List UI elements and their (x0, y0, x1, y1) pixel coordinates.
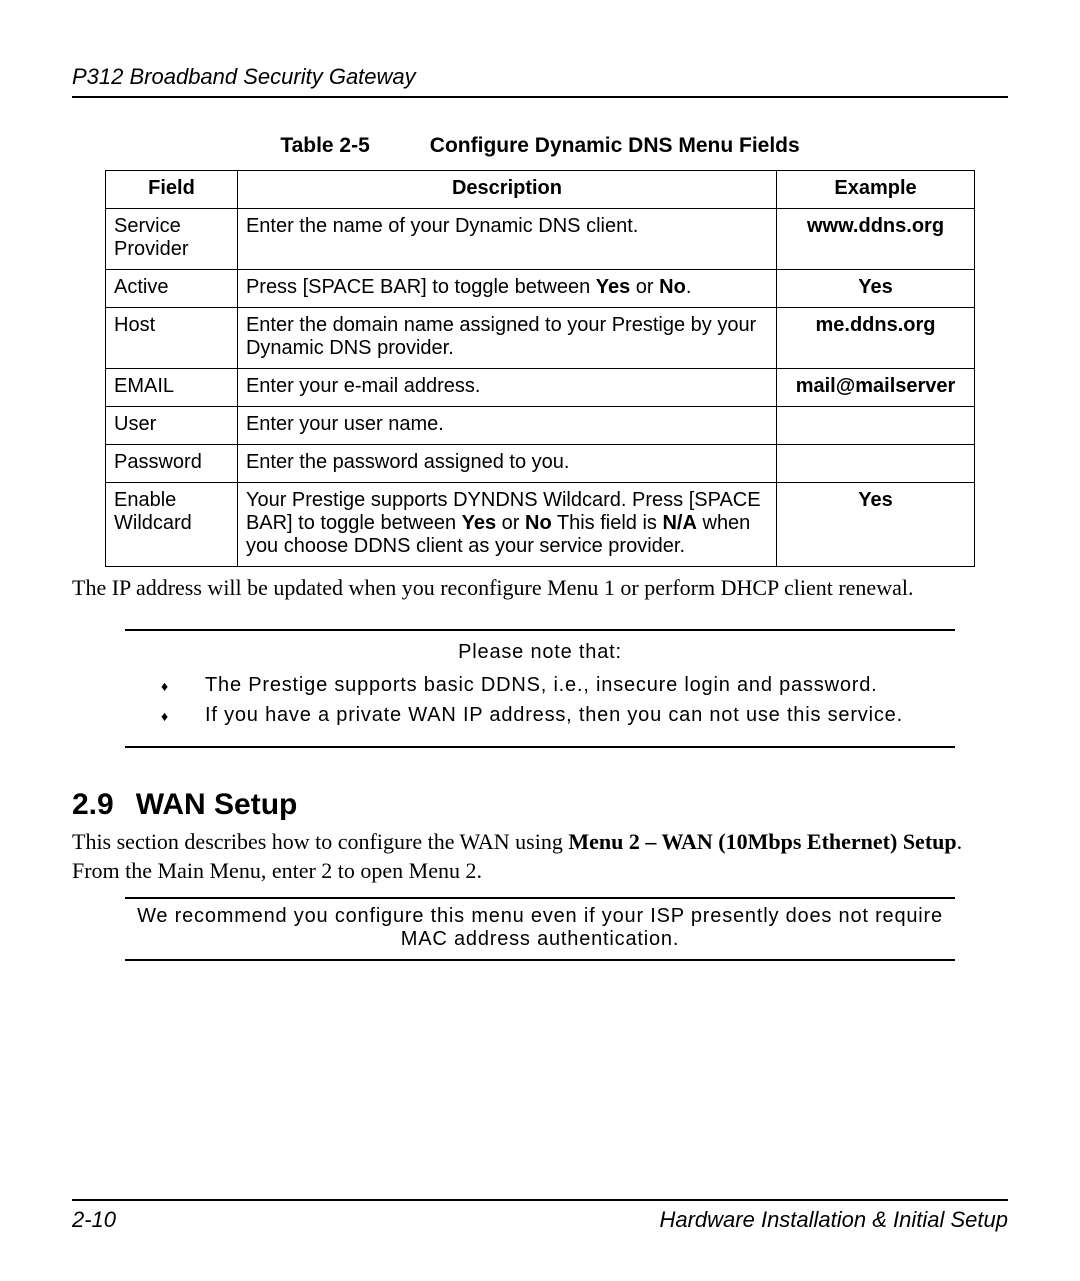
table-row: User Enter your user name. (106, 407, 975, 445)
section-paragraph: This section describes how to configure … (72, 828, 1008, 885)
cell-example: Yes (777, 270, 975, 308)
ddns-config-table: Field Description Example Service Provid… (105, 170, 975, 567)
cell-field: Password (106, 445, 238, 483)
post-table-text: The IP address will be updated when you … (72, 575, 1008, 601)
page-number: 2-10 (72, 1207, 116, 1233)
note-item: ♦ If you have a private WAN IP address, … (125, 704, 955, 728)
header-product-name: P312 Broadband Security Gateway (72, 64, 416, 89)
table-caption: Table 2-5 Configure Dynamic DNS Menu Fiel… (72, 134, 1008, 158)
table-row: Host Enter the domain name assigned to y… (106, 308, 975, 369)
note-item-text: The Prestige supports basic DDNS, i.e., … (205, 674, 955, 697)
th-example: Example (777, 171, 975, 209)
cell-desc: Enter the name of your Dynamic DNS clien… (237, 209, 776, 270)
recommend-note: We recommend you configure this menu eve… (125, 897, 955, 961)
cell-desc: Your Prestige supports DYNDNS Wildcard. … (237, 483, 776, 567)
cell-desc: Press [SPACE BAR] to toggle between Yes … (237, 270, 776, 308)
cell-field: Service Provider (106, 209, 238, 270)
table-row: Enable Wildcard Your Prestige supports D… (106, 483, 975, 567)
cell-example (777, 407, 975, 445)
th-field: Field (106, 171, 238, 209)
th-description: Description (237, 171, 776, 209)
page-footer: 2-10 Hardware Installation & Initial Set… (72, 1199, 1008, 1233)
cell-example: Yes (777, 483, 975, 567)
diamond-bullet-icon: ♦ (125, 704, 205, 728)
cell-example: me.ddns.org (777, 308, 975, 369)
cell-field: EMAIL (106, 369, 238, 407)
note-item-text: If you have a private WAN IP address, th… (205, 704, 955, 727)
cell-desc: Enter your user name. (237, 407, 776, 445)
table-row: EMAIL Enter your e-mail address. mail@ma… (106, 369, 975, 407)
section-heading: 2.9 WAN Setup (72, 788, 1008, 822)
table-row: Active Press [SPACE BAR] to toggle betwe… (106, 270, 975, 308)
note-item: ♦ The Prestige supports basic DDNS, i.e.… (125, 674, 955, 698)
diamond-bullet-icon: ♦ (125, 674, 205, 698)
section-number: 2.9 (72, 788, 114, 821)
cell-desc: Enter your e-mail address. (237, 369, 776, 407)
cell-field: Host (106, 308, 238, 369)
table-title: Configure Dynamic DNS Menu Fields (430, 134, 800, 157)
note-box: Please note that: ♦ The Prestige support… (125, 629, 955, 748)
table-row: Service Provider Enter the name of your … (106, 209, 975, 270)
cell-field: User (106, 407, 238, 445)
cell-field: Enable Wildcard (106, 483, 238, 567)
cell-desc: Enter the domain name assigned to your P… (237, 308, 776, 369)
page-header: P312 Broadband Security Gateway (72, 64, 1008, 98)
chapter-title: Hardware Installation & Initial Setup (659, 1207, 1008, 1233)
cell-example: www.ddns.org (777, 209, 975, 270)
cell-desc: Enter the password assigned to you. (237, 445, 776, 483)
cell-example (777, 445, 975, 483)
cell-field: Active (106, 270, 238, 308)
table-header-row: Field Description Example (106, 171, 975, 209)
section-title: WAN Setup (136, 788, 298, 821)
note-title: Please note that: (125, 641, 955, 664)
table-number: Table 2-5 (280, 134, 369, 157)
table-row: Password Enter the password assigned to … (106, 445, 975, 483)
cell-example: mail@mailserver (777, 369, 975, 407)
